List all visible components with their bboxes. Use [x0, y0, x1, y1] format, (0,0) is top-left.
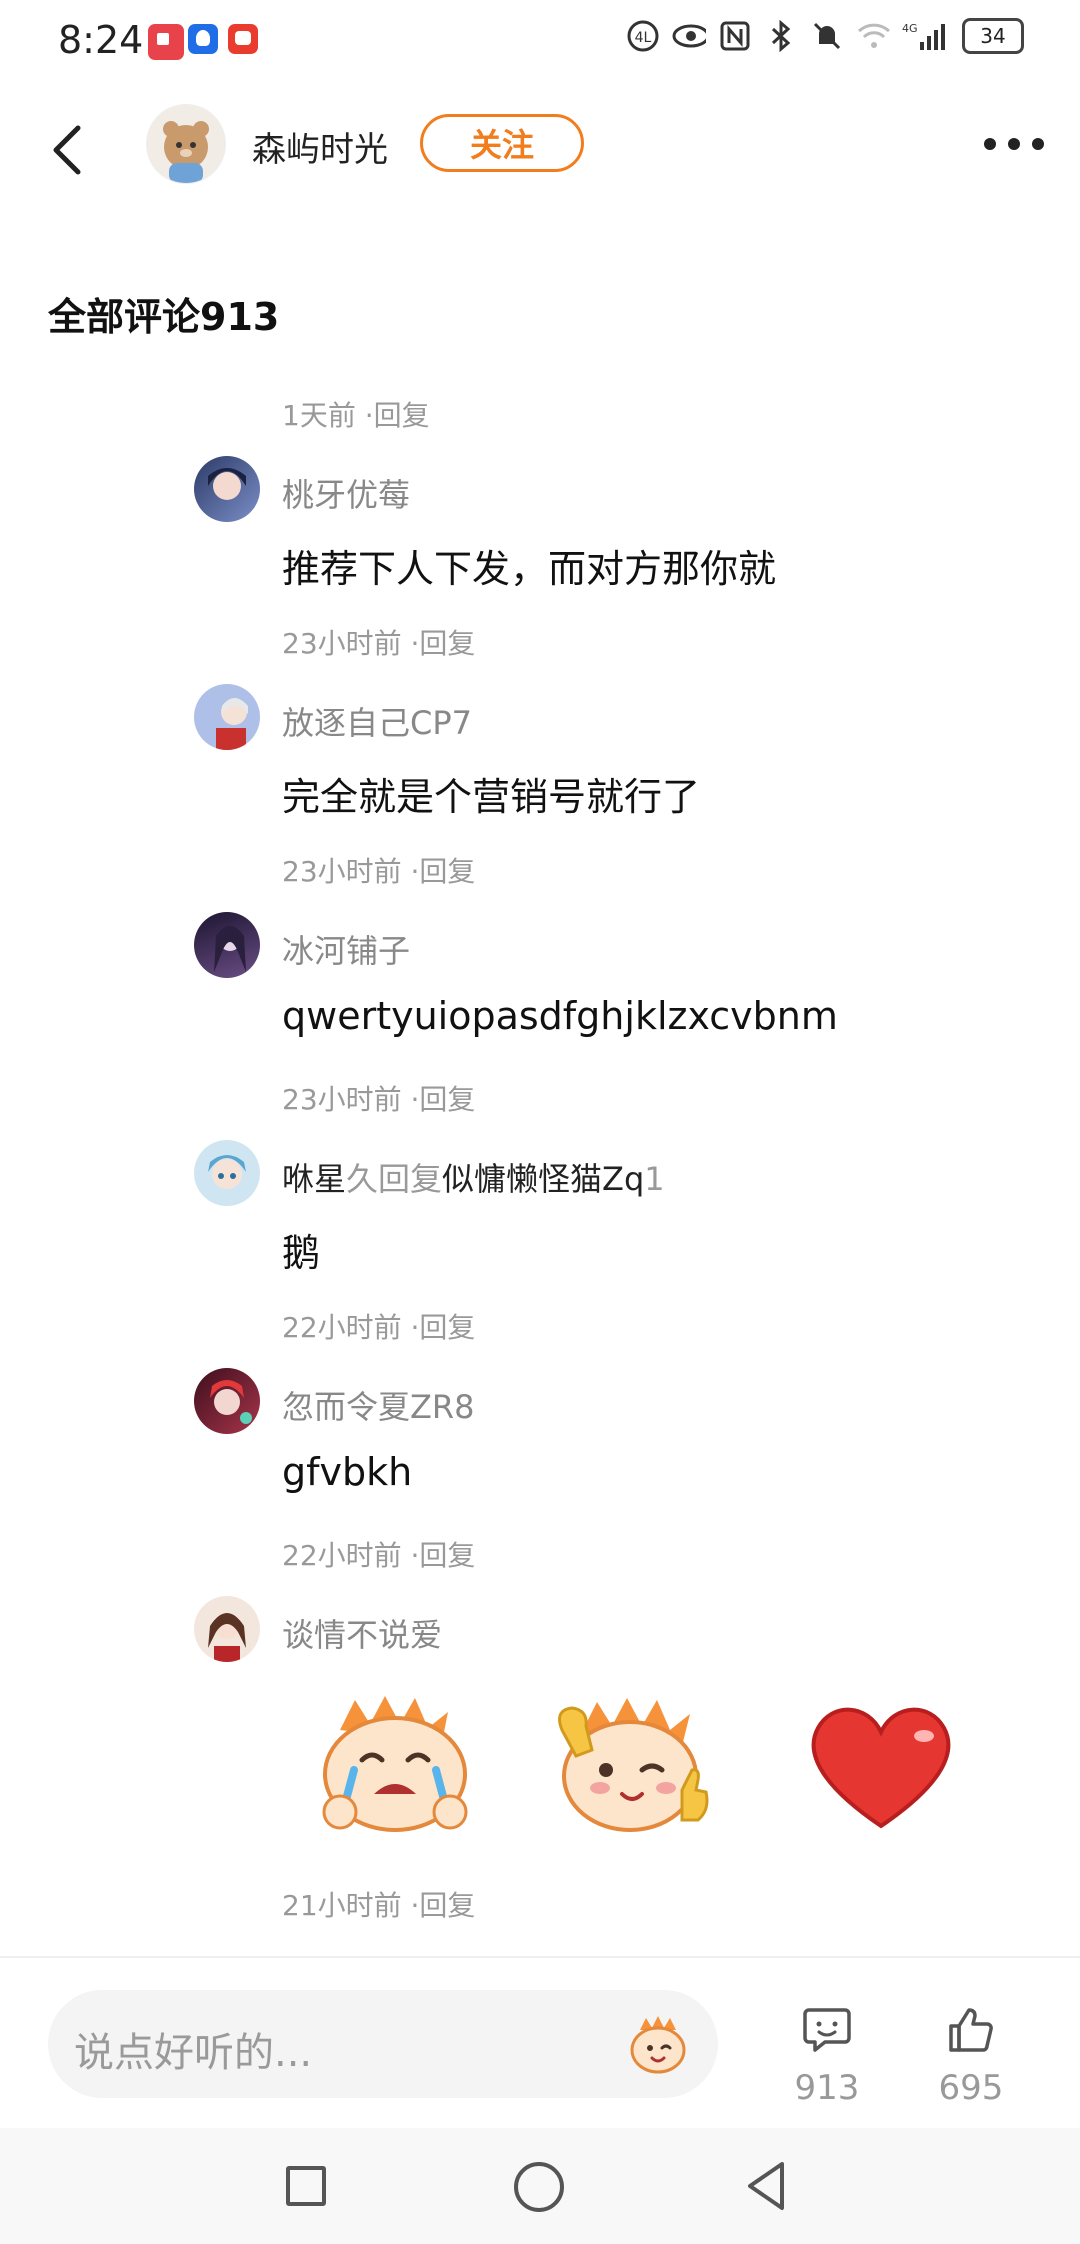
reply-from-user-tail[interactable]: 久	[346, 1160, 378, 1198]
user-avatar[interactable]	[194, 456, 260, 522]
status-time: 8:24	[58, 18, 144, 62]
nfc-icon	[718, 19, 752, 53]
recent-apps-icon[interactable]	[286, 2166, 326, 2206]
all-comments-title: 全部评论913	[48, 295, 280, 339]
red-app-icon	[228, 24, 258, 54]
blue-bulb-icon	[188, 24, 218, 54]
crying-mascot-sticker[interactable]	[310, 1690, 480, 1840]
back-button[interactable]	[48, 122, 96, 178]
wifi-icon	[856, 19, 890, 53]
reply-from-user[interactable]: 咻星	[282, 1160, 346, 1198]
thumbs-up-icon	[949, 2008, 993, 2052]
4g-signal-icon: 4G	[902, 19, 950, 53]
comment-count: 913	[794, 2068, 860, 2108]
comment-username[interactable]: 桃牙优莓	[282, 470, 410, 516]
mute-icon	[810, 19, 844, 53]
system-nav-bar	[0, 2128, 1080, 2244]
chevron-left-icon	[53, 125, 81, 175]
post-header: 森屿时光 关注	[0, 100, 1080, 196]
user-avatar[interactable]	[194, 684, 260, 750]
like-count: 695	[938, 2068, 1004, 2108]
emoji-sticker-icon[interactable]	[626, 2012, 690, 2076]
comment-meta[interactable]: 23小时前 ·回复	[282, 1078, 475, 1118]
like-button[interactable]: 695	[916, 2004, 1026, 2108]
comment-username[interactable]: 冰河铺子	[282, 926, 410, 972]
comment-meta[interactable]: 22小时前 ·回复	[282, 1306, 475, 1346]
red-heart-sticker[interactable]	[796, 1690, 966, 1840]
eye-icon	[672, 19, 706, 53]
author-avatar[interactable]	[146, 104, 226, 184]
comments-button[interactable]: 913	[772, 2004, 882, 2108]
comment-text: gfvbkh	[282, 1450, 413, 1494]
nav-back-icon[interactable]	[742, 2158, 790, 2218]
follow-button[interactable]: 关注	[420, 114, 584, 172]
reply-word: 回复	[378, 1160, 443, 1198]
comment-username[interactable]: 谈情不说爱	[282, 1610, 442, 1656]
comment-username[interactable]: 放逐自己CP7	[282, 698, 472, 744]
comment-text: 完全就是个营销号就行了	[282, 775, 701, 819]
red-book-icon	[148, 24, 184, 60]
user-avatar[interactable]	[194, 912, 260, 978]
bluetooth-icon	[764, 19, 798, 53]
comment-meta[interactable]: 23小时前 ·回复	[282, 622, 475, 662]
user-avatar[interactable]	[194, 1596, 260, 1662]
comment-input-placeholder: 说点好听的...	[74, 2030, 313, 2076]
comment-meta[interactable]: 1天前 ·回复	[282, 394, 430, 434]
svg-text:4G: 4G	[902, 22, 918, 35]
user-avatar[interactable]	[194, 1368, 260, 1434]
comment-meta[interactable]: 21小时前 ·回复	[282, 1884, 475, 1924]
reply-header: 咻星久回复似慵懒怪猫Zq1	[282, 1154, 665, 1200]
svg-text:4L: 4L	[635, 30, 652, 46]
more-options-icon[interactable]	[984, 138, 1044, 150]
divider	[0, 1956, 1080, 1958]
reply-to-user[interactable]: 似慵懒怪猫Zq	[442, 1160, 644, 1198]
user-avatar[interactable]	[194, 1140, 260, 1206]
comment-text: qwertyuiopasdfghjklzxcvbnm	[282, 994, 838, 1038]
comment-username[interactable]: 忽而令夏ZR8	[282, 1382, 475, 1428]
home-icon[interactable]	[514, 2162, 564, 2212]
comment-meta[interactable]: 23小时前 ·回复	[282, 850, 475, 890]
author-name[interactable]: 森屿时光	[252, 122, 388, 171]
battery-indicator: 34	[962, 18, 1024, 54]
status-icons: 4L 4G 34	[626, 18, 1024, 54]
status-bar: 8:24 4L 4G 34	[0, 0, 1080, 80]
comment-input[interactable]: 说点好听的...	[48, 1990, 718, 2098]
wink-thumbs-up-mascot-sticker[interactable]	[542, 1690, 712, 1840]
comment-meta[interactable]: 22小时前 ·回复	[282, 1534, 475, 1574]
comment-bubble-icon	[803, 2008, 851, 2052]
hd-icon: 4L	[626, 19, 660, 53]
reply-to-user-tail[interactable]: 1	[644, 1160, 664, 1198]
comment-text: 鹅	[282, 1231, 321, 1275]
comment-text: 推荐下人下发，而对方那你就	[282, 547, 777, 591]
